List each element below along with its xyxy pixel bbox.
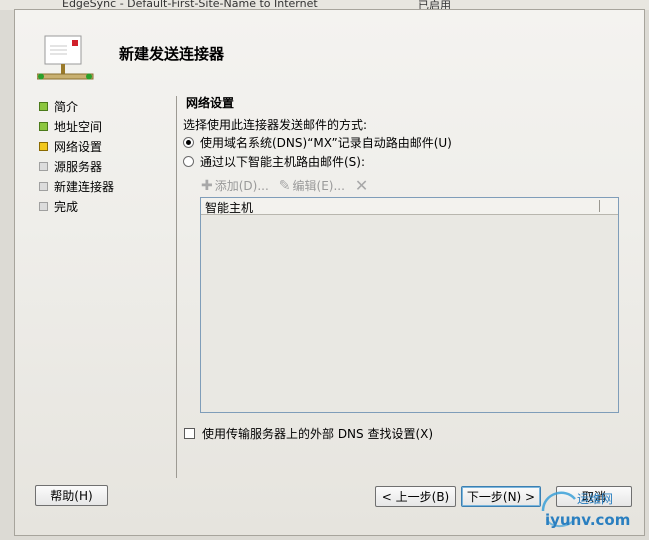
routing-method-label: 选择使用此连接器发送邮件的方式: — [183, 118, 368, 132]
step-label: 完成 — [54, 199, 79, 214]
delete-icon: ✕ — [354, 176, 369, 195]
step-network-settings: 网络设置 — [39, 136, 114, 156]
column-header-smarthost[interactable]: 智能主机 — [205, 199, 253, 216]
radio-button-checked[interactable] — [183, 137, 194, 148]
pencil-icon: ✎ — [278, 177, 291, 194]
radio-smart-host[interactable]: 通过以下智能主机路由邮件(S): — [183, 153, 365, 170]
step-label: 新建连接器 — [54, 179, 115, 194]
section-title: 网络设置 — [186, 96, 235, 110]
watermark-line2: iyunv.com — [545, 511, 630, 529]
column-separator[interactable] — [599, 200, 600, 212]
dialog-title: 新建发送连接器 — [119, 45, 225, 63]
radio-button[interactable] — [183, 156, 194, 167]
smarthost-list[interactable]: 智能主机 — [200, 197, 619, 413]
site-watermark-logo: 运维网 iyunv.com — [541, 491, 630, 529]
external-dns-label: 使用传输服务器上的外部 DNS 查找设置(X) — [202, 427, 434, 441]
list-header: 智能主机 — [201, 198, 618, 215]
send-connector-wizard-icon — [37, 35, 94, 80]
add-icon: ✚ — [201, 177, 213, 194]
smarthost-toolbar: ✚ 添加(D)... ✎ 编辑(E)... ✕ — [201, 176, 380, 195]
step-complete-icon — [39, 101, 48, 111]
external-dns-checkbox[interactable] — [184, 428, 195, 439]
next-button[interactable]: 下一步(N) > — [461, 486, 541, 507]
new-send-connector-dialog: 新建发送连接器 简介 地址空间 网络设置 源服务器 新建连接器 完成 网络设置 … — [14, 9, 645, 536]
help-button[interactable]: 帮助(H) — [35, 485, 108, 506]
step-current-icon — [39, 141, 48, 151]
delete-button[interactable]: ✕ — [355, 176, 370, 195]
step-address-space: 地址空间 — [39, 116, 114, 136]
step-finish: 完成 — [39, 196, 114, 216]
step-new-connector: 新建连接器 — [39, 176, 114, 196]
step-pending-icon — [39, 161, 48, 171]
nav-divider — [176, 96, 177, 478]
step-label: 网络设置 — [54, 139, 103, 154]
step-label: 简介 — [54, 99, 79, 114]
step-source-server: 源服务器 — [39, 156, 114, 176]
radio-dns-mx[interactable]: 使用域名系统(DNS)“MX”记录自动路由邮件(U) — [183, 134, 452, 151]
step-label: 地址空间 — [54, 119, 103, 134]
step-label: 源服务器 — [54, 159, 103, 174]
back-button[interactable]: < 上一步(B) — [375, 486, 456, 507]
wizard-steps-nav: 简介 地址空间 网络设置 源服务器 新建连接器 完成 — [39, 96, 114, 216]
edit-button[interactable]: ✎ 编辑(E)... — [279, 177, 345, 194]
step-pending-icon — [39, 181, 48, 191]
radio-smarthost-label: 通过以下智能主机路由邮件(S): — [200, 155, 366, 169]
step-pending-icon — [39, 201, 48, 211]
radio-dns-label: 使用域名系统(DNS)“MX”记录自动路由邮件(U) — [200, 136, 452, 150]
add-button[interactable]: ✚ 添加(D)... — [201, 177, 269, 194]
step-intro: 简介 — [39, 96, 114, 116]
watermark-line1: 运维网 — [577, 492, 613, 506]
external-dns-checkbox-row[interactable]: 使用传输服务器上的外部 DNS 查找设置(X) — [184, 425, 433, 442]
step-complete-icon — [39, 121, 48, 131]
